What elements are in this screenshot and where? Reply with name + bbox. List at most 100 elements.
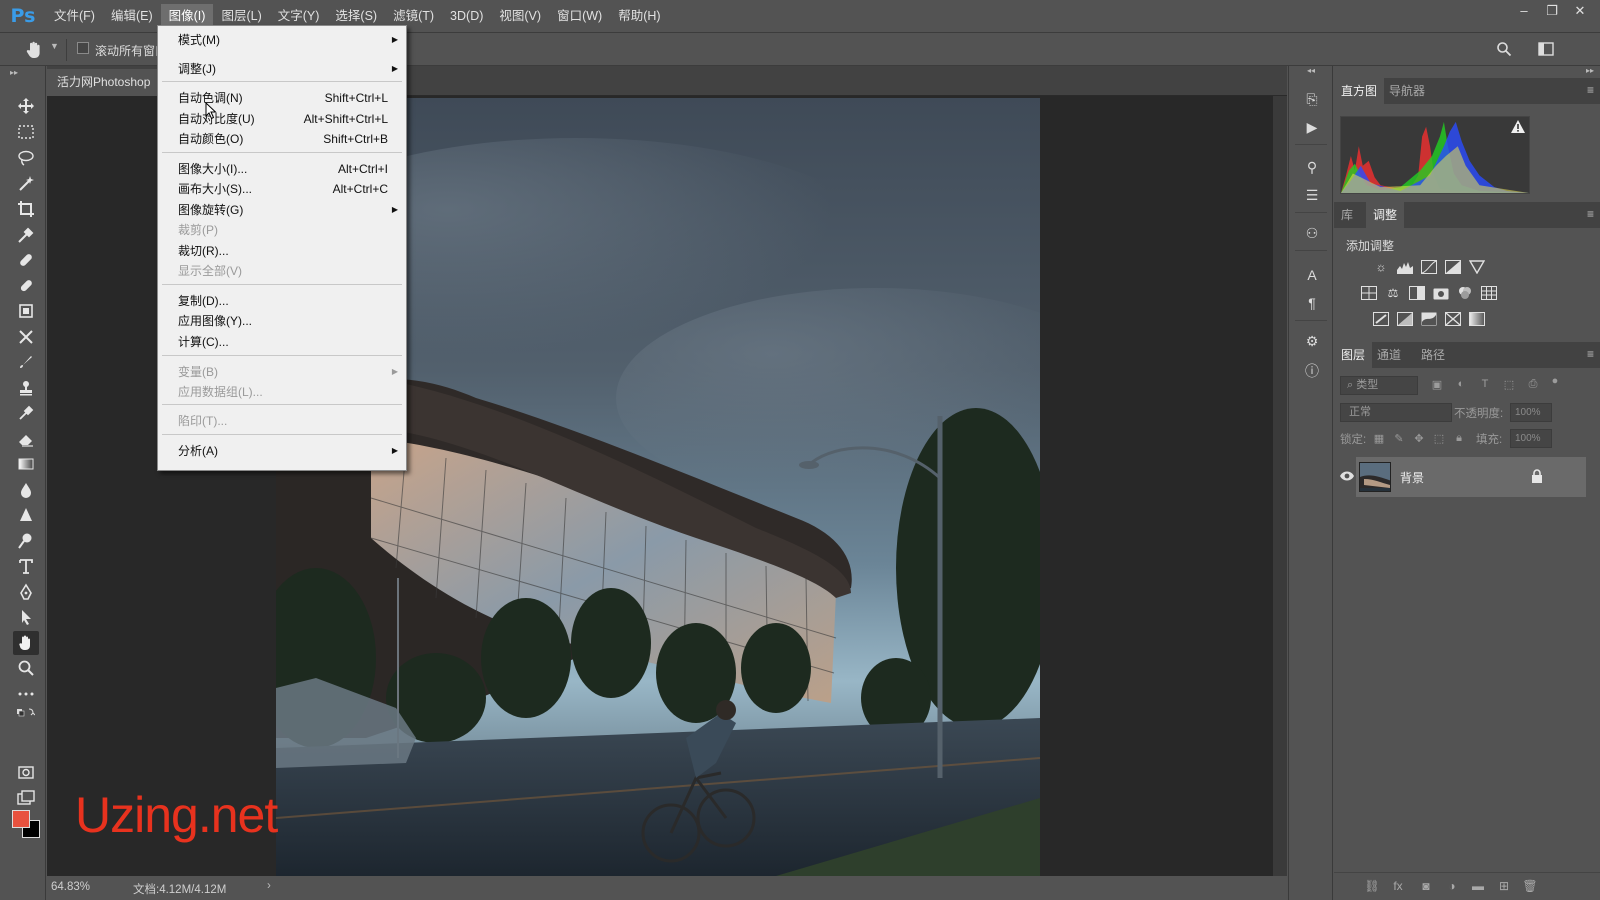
history-brush-icon[interactable] — [13, 325, 39, 349]
marquee-tool-icon[interactable] — [13, 120, 39, 144]
blend-mode-select[interactable]: 正常 — [1340, 403, 1452, 422]
new-adjustment-layer-icon[interactable]: ◑ — [1444, 879, 1460, 895]
healing-brush-icon[interactable] — [13, 248, 39, 272]
new-group-icon[interactable]: ▬ — [1470, 879, 1486, 895]
scroll-all-windows-checkbox[interactable] — [77, 42, 89, 54]
curves-icon[interactable] — [1420, 259, 1438, 275]
chevron-right-icon[interactable]: › — [267, 880, 271, 892]
info-panel-icon[interactable]: ⓘ — [1301, 360, 1323, 382]
type-filter-icon[interactable]: T — [1478, 378, 1492, 392]
smart-object-filter-icon[interactable]: ⎙ — [1526, 378, 1540, 392]
hand-icon[interactable] — [24, 40, 44, 60]
tab-adjustments[interactable]: 调整 — [1366, 202, 1405, 228]
menu-item-apply-image[interactable]: 应用图像(Y)... — [158, 311, 406, 331]
opacity-input[interactable]: 100% — [1510, 403, 1552, 422]
lock-artboard-icon[interactable]: ⬚ — [1432, 432, 1446, 446]
menu-item-image-size[interactable]: 图像大小(I)... Alt+Ctrl+I — [158, 159, 406, 179]
posterize-icon[interactable] — [1396, 311, 1414, 327]
tab-libraries[interactable]: 库 — [1334, 202, 1360, 228]
menu-item-auto-color[interactable]: 自动颜色(O) Shift+Ctrl+B — [158, 129, 406, 149]
close-icon[interactable]: ✕ — [1566, 0, 1594, 22]
stamp-icon[interactable] — [13, 376, 39, 400]
gradient-map-icon[interactable] — [1468, 311, 1486, 327]
link-layers-icon[interactable]: ⛓ — [1364, 879, 1380, 895]
layer-filter-select[interactable]: ⌕ 类型 — [1340, 376, 1418, 395]
search-icon[interactable] — [1496, 41, 1512, 57]
brush-icon[interactable] — [13, 350, 39, 374]
invert-icon[interactable] — [1372, 311, 1390, 327]
actions-panel-icon[interactable]: ▶ — [1301, 116, 1323, 138]
menu-3d[interactable]: 3D(D) — [442, 4, 491, 28]
collapse-icon[interactable]: ▸▸ — [10, 68, 18, 77]
menu-window[interactable]: 窗口(W) — [549, 4, 610, 28]
layer-name[interactable]: 背景 — [1400, 469, 1424, 486]
menu-item-trim[interactable]: 裁切(R)... — [158, 241, 406, 261]
workspace-icon[interactable] — [1538, 41, 1556, 57]
magic-wand-icon[interactable] — [13, 172, 39, 196]
threshold-icon[interactable] — [1420, 311, 1438, 327]
more-tools-icon[interactable] — [13, 682, 39, 706]
character-panel-icon[interactable]: A — [1301, 264, 1323, 286]
tab-paths[interactable]: 路径 — [1414, 342, 1452, 368]
fill-input[interactable]: 100% — [1510, 429, 1552, 448]
panel-menu-icon[interactable]: ≡ — [1587, 207, 1594, 221]
menu-help[interactable]: 帮助(H) — [610, 4, 668, 28]
sharpen-tool-icon[interactable] — [13, 503, 39, 527]
menu-item-auto-tone[interactable]: 自动色调(N) Shift+Ctrl+L — [158, 88, 406, 108]
blur-tool-icon[interactable] — [13, 478, 39, 502]
menu-view[interactable]: 视图(V) — [491, 4, 549, 28]
filter-toggle-icon[interactable]: ● — [1548, 375, 1562, 389]
menu-item-adjustments[interactable]: 调整(J) ▶ — [158, 59, 406, 79]
tab-layers[interactable]: 图层 — [1334, 342, 1373, 368]
collapse-icon[interactable]: ▸▸ — [1586, 66, 1594, 75]
zoom-level[interactable]: 64.83% — [51, 881, 90, 893]
menu-item-auto-contrast[interactable]: 自动对比度(U) Alt+Shift+Ctrl+L — [158, 109, 406, 129]
menu-item-image-rotation[interactable]: 图像旋转(G) ▶ — [158, 200, 406, 220]
lock-position-icon[interactable]: ✥ — [1412, 432, 1426, 446]
vibrance-icon[interactable] — [1468, 259, 1486, 275]
pen-tool-icon[interactable] — [13, 580, 39, 604]
layer-row[interactable]: 背景 — [1334, 457, 1600, 497]
exposure-icon[interactable] — [1444, 259, 1462, 275]
zoom-tool-icon[interactable] — [13, 656, 39, 680]
lock-all-icon[interactable]: 🔒︎ — [1452, 432, 1466, 446]
paragraph-panel-icon[interactable]: ¶ — [1301, 292, 1323, 314]
tab-histogram[interactable]: 直方图 — [1334, 78, 1385, 104]
menu-edit[interactable]: 编辑(E) — [103, 4, 161, 28]
clone-stamp-icon[interactable] — [13, 299, 39, 323]
shape-filter-icon[interactable]: ⬚ — [1502, 378, 1516, 392]
swap-colors-icon[interactable] — [13, 705, 39, 721]
lock-image-icon[interactable]: ✎ — [1392, 432, 1406, 446]
path-selection-icon[interactable] — [13, 605, 39, 629]
tab-navigator[interactable]: 导航器 — [1382, 78, 1432, 104]
brush-settings-icon[interactable]: ☰ — [1301, 184, 1323, 206]
eyedropper-icon[interactable] — [13, 223, 39, 247]
lock-transparent-icon[interactable]: ▦ — [1372, 432, 1386, 446]
quick-mask-icon[interactable] — [13, 760, 39, 784]
channel-mixer-icon[interactable] — [1456, 285, 1474, 301]
levels-icon[interactable] — [1396, 259, 1414, 275]
art-history-brush-icon[interactable] — [13, 401, 39, 425]
crop-tool-icon[interactable] — [13, 197, 39, 221]
chevron-down-icon[interactable]: ▼ — [50, 41, 59, 51]
restore-icon[interactable]: ❐ — [1538, 0, 1566, 22]
dodge-tool-icon[interactable] — [13, 529, 39, 553]
lock-icon[interactable] — [1531, 469, 1543, 483]
hand-tool-icon[interactable] — [13, 631, 39, 655]
panel-menu-icon[interactable]: ≡ — [1587, 347, 1594, 361]
minimize-icon[interactable]: – — [1510, 0, 1538, 22]
clone-source-icon[interactable]: ⚇ — [1301, 222, 1323, 244]
brush-tool-icon[interactable] — [13, 274, 39, 298]
gradient-tool-icon[interactable] — [13, 452, 39, 476]
lasso-tool-icon[interactable] — [13, 146, 39, 170]
tab-channels[interactable]: 通道 — [1370, 342, 1408, 368]
hue-saturation-icon[interactable] — [1360, 285, 1378, 301]
vertical-scrollbar[interactable] — [1273, 96, 1287, 876]
new-layer-icon[interactable]: ⊞ — [1496, 879, 1512, 895]
photo-filter-icon[interactable] — [1432, 285, 1450, 301]
eye-icon[interactable] — [1340, 470, 1354, 482]
menu-file[interactable]: 文件(F) — [46, 4, 103, 28]
panel-menu-icon[interactable]: ≡ — [1587, 83, 1594, 97]
menu-item-duplicate[interactable]: 复制(D)... — [158, 291, 406, 311]
layer-style-icon[interactable]: fx — [1390, 879, 1406, 895]
